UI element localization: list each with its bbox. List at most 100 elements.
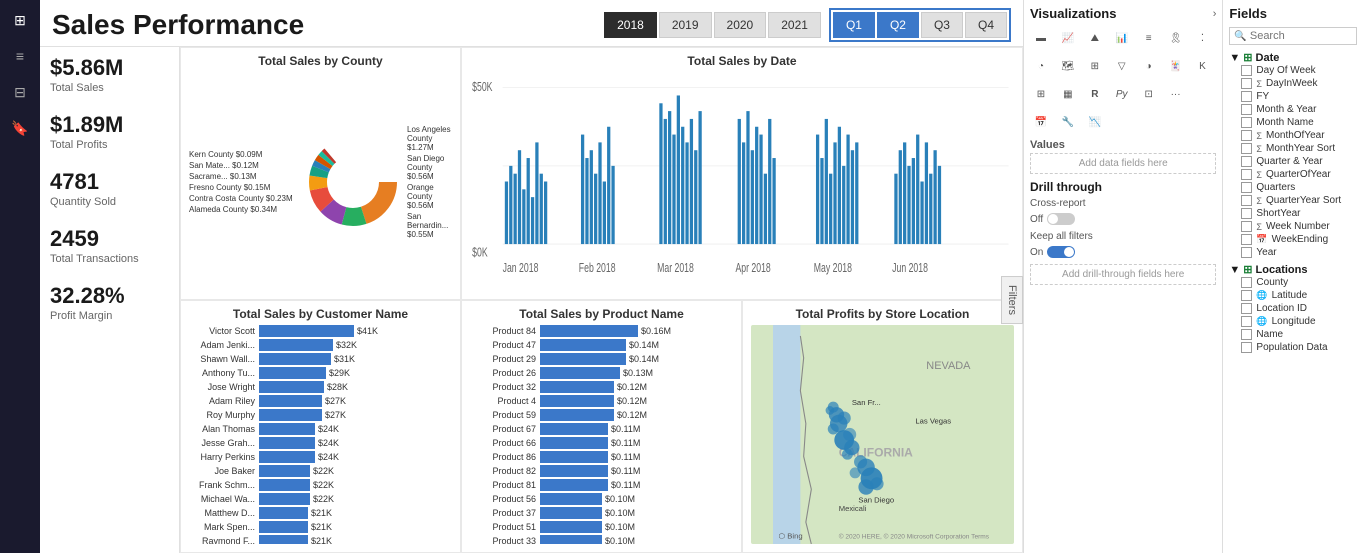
viz-more-icon[interactable]: ··· [1165,83,1187,105]
nav-bookmark-icon[interactable]: 🔖 [8,116,32,140]
viz-column-icon[interactable]: 📊 [1111,27,1133,49]
viz-funnel-icon[interactable]: ▽ [1111,55,1133,77]
year-2018-button[interactable]: 2018 [604,12,657,38]
viz-ribbon-icon[interactable]: 🎗 [1165,27,1187,49]
viz-format-icon[interactable]: 🔧 [1057,111,1079,133]
viz-py-icon[interactable]: Py [1111,83,1133,105]
fields-search-box[interactable]: 🔍 [1229,27,1357,45]
fy-checkbox[interactable] [1241,91,1252,102]
week-ending-checkbox[interactable] [1241,234,1252,245]
product-row-59: Product 59 $0.12M [470,409,733,421]
week-number-checkbox[interactable] [1241,221,1252,232]
longitude-checkbox[interactable] [1241,316,1252,327]
table-icon: ⊞ [1243,51,1252,64]
nav-home-icon[interactable]: ⊞ [8,8,32,32]
product-row-32: Product 32 $0.12M [470,381,733,393]
field-quarters: Quarters [1229,181,1357,194]
month-name-checkbox[interactable] [1241,117,1252,128]
location-id-checkbox[interactable] [1241,303,1252,314]
date-chart-panel[interactable]: Total Sales by Date $50K $0K [461,47,1023,300]
quarter-q4-button[interactable]: Q4 [965,12,1007,38]
viz-panel-chevron[interactable]: › [1213,8,1217,20]
store-location-map[interactable]: NEVADA CALIFORNIA [751,325,1014,544]
viz-table-icon[interactable]: ⊞ [1030,83,1052,105]
product-row-4: Product 4 $0.12M [470,395,733,407]
viz-gauge-icon[interactable]: ◑ [1138,55,1160,77]
county-label-kern: Kern County $0.09M [189,150,299,159]
product-chart-title: Total Sales by Product Name [470,307,733,321]
keep-filters-track[interactable] [1047,246,1075,258]
viz-r-icon[interactable]: R [1084,83,1106,105]
quarter-of-year-checkbox[interactable] [1241,169,1252,180]
field-group-locations-header[interactable]: ▼ ⊞ Locations [1229,263,1357,276]
year-2020-button[interactable]: 2020 [714,12,767,38]
date-line-chart[interactable]: $50K $0K [470,72,1014,291]
product-chart-panel[interactable]: Total Sales by Product Name Product 84 $… [461,300,742,553]
viz-calendar-icon[interactable]: 📅 [1030,111,1052,133]
field-week-ending: 📅 WeekEnding [1229,233,1357,246]
day-in-week-checkbox[interactable] [1241,78,1252,89]
short-year-checkbox[interactable] [1241,208,1252,219]
svg-text:© 2020 HERE, © 2020 Microsoft: © 2020 HERE, © 2020 Microsoft Corporatio… [839,533,990,541]
charts-area: Total Sales by County Kern County $0.09M… [180,47,1023,553]
svg-text:Apr 2018: Apr 2018 [735,262,770,276]
county-donut-chart[interactable] [303,132,403,232]
viz-area-icon[interactable]: ⛰ [1084,27,1106,49]
cross-report-toggle[interactable]: Off [1030,213,1216,225]
viz-stacked-bar-icon[interactable]: ▬ [1030,27,1052,49]
year-2021-button[interactable]: 2021 [768,12,821,38]
county-chart-panel[interactable]: Total Sales by County Kern County $0.09M… [180,47,461,300]
svg-text:Jan 2018: Jan 2018 [503,262,539,276]
latitude-checkbox[interactable] [1241,290,1252,301]
field-county: County [1229,276,1357,289]
year-checkbox[interactable] [1241,247,1252,258]
county-chart-title: Total Sales by County [189,54,452,68]
field-location-id: Location ID [1229,302,1357,315]
filters-handle[interactable]: Filters [1001,276,1023,324]
viz-card-icon[interactable]: 🃏 [1165,55,1187,77]
customer-chart-panel[interactable]: Total Sales by Customer Name Victor Scot… [180,300,461,553]
viz-kpi-icon[interactable]: K [1191,55,1213,77]
quarter-q2-button[interactable]: Q2 [877,12,919,38]
county-checkbox[interactable] [1241,277,1252,288]
cross-report-track[interactable] [1047,213,1075,225]
nav-list-icon[interactable]: ≡ [8,44,32,68]
kpi-total-transactions-label: Total Transactions [50,253,169,265]
viz-pie-icon[interactable]: ◔ [1030,55,1052,77]
location-chart-panel[interactable]: Total Profits by Store Location NEVADA C… [742,300,1023,553]
quarteryear-sort-checkbox[interactable] [1241,195,1252,206]
customer-row-roy-murphy: Roy Murphy $27K [189,409,452,421]
product-row-86: Product 86 $0.11M [470,451,733,463]
cross-report-row: Cross-report [1030,198,1216,209]
year-2019-button[interactable]: 2019 [659,12,712,38]
viz-grouped-bar-icon[interactable]: ≡ [1138,27,1160,49]
nav-table-icon[interactable]: ⊟ [8,80,32,104]
cross-report-value: Off [1030,214,1043,225]
quarter-q1-button[interactable]: Q1 [833,12,875,38]
month-of-year-checkbox[interactable] [1241,130,1252,141]
customer-row-matthew: Matthew D... $21K [189,507,452,519]
viz-analytics-icon[interactable]: 📉 [1084,111,1106,133]
day-of-week-checkbox[interactable] [1241,65,1252,76]
fields-panel: Fields 🔍 ▼ ⊞ Date Day Of Week Σ DayInWee… [1223,0,1363,553]
name-checkbox[interactable] [1241,329,1252,340]
viz-qr-icon[interactable]: ⊡ [1138,83,1160,105]
keep-filters-toggle[interactable]: On [1030,246,1216,258]
monthyear-sort-checkbox[interactable] [1241,143,1252,154]
quarters-checkbox[interactable] [1241,182,1252,193]
quarter-year-checkbox[interactable] [1241,156,1252,167]
viz-treemap-icon[interactable]: ⊞ [1084,55,1106,77]
viz-matrix-icon[interactable]: ▦ [1057,83,1079,105]
month-year-checkbox[interactable] [1241,104,1252,115]
drill-fields-drop-zone[interactable]: Add drill-through fields here [1030,264,1216,285]
fields-search-input[interactable] [1250,30,1352,42]
viz-map-icon[interactable]: 🗺 [1057,55,1079,77]
viz-line-icon[interactable]: 📈 [1057,27,1079,49]
chevron-down-icon-locations: ▼ [1229,264,1240,276]
quarter-q3-button[interactable]: Q3 [921,12,963,38]
field-group-date-header[interactable]: ▼ ⊞ Date [1229,51,1357,64]
field-day-of-week: Day Of Week [1229,64,1357,77]
values-drop-zone[interactable]: Add data fields here [1030,153,1216,174]
population-data-checkbox[interactable] [1241,342,1252,353]
viz-scatter-icon[interactable]: ⁚ [1191,27,1213,49]
